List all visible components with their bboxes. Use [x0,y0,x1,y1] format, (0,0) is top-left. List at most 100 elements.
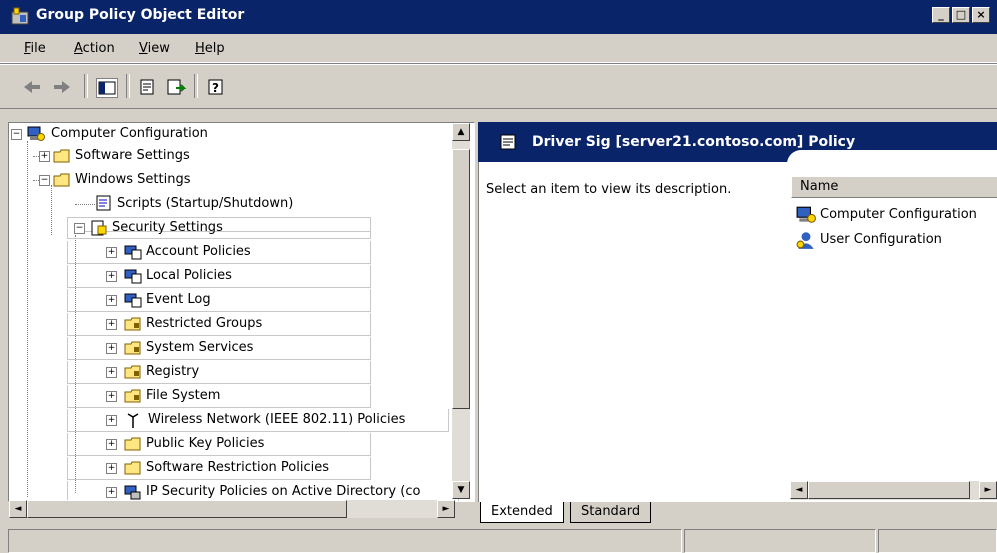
tree-node-restricted-groups[interactable]: + Restricted Groups [67,313,371,336]
collapse-icon[interactable]: − [11,129,22,140]
tree-node-event-log[interactable]: + Event Log [67,289,371,312]
minimize-button[interactable]: _ [932,7,950,23]
help-icon[interactable]: ? [206,78,226,96]
export-list-icon[interactable] [166,78,186,96]
menu-bar: File Action View Help [0,34,997,63]
show-hide-tree-icon[interactable] [96,78,118,98]
folder-icon [124,461,141,475]
scroll-thumb[interactable] [452,149,470,409]
tree-node-account-policies[interactable]: + Account Policies [67,241,371,264]
tree-node-software-restriction[interactable]: + Software Restriction Policies [67,457,371,480]
tree-node-wireless-network[interactable]: + Wireless Network (IEEE 802.11) Policie… [67,409,449,432]
tree-label: Scripts (Startup/Shutdown) [117,196,294,211]
expand-icon[interactable]: + [106,295,117,306]
close-button[interactable]: × [972,7,990,23]
expand-icon[interactable]: + [106,415,117,426]
expand-icon[interactable]: + [106,487,117,498]
forward-arrow-icon[interactable] [52,78,72,96]
tree-node-computer-configuration[interactable]: − Computer Configuration [9,123,449,145]
details-title: Driver Sig [server21.contoso.com] Policy [532,134,856,150]
status-bar [0,527,997,553]
tree-label: Wireless Network (IEEE 802.11) Policies [148,412,406,427]
tab-standard[interactable]: Standard [570,502,652,523]
svg-text:?: ? [212,81,219,95]
policy-computer-icon [124,293,142,308]
tree-label: Event Log [146,292,211,307]
tree-label: Restricted Groups [146,316,263,331]
policy-editor-app-icon [11,7,29,25]
status-pane-main [8,529,682,553]
security-settings-icon [91,220,107,236]
scroll-right-button[interactable]: ► [979,481,997,499]
tree-label: Security Settings [112,220,223,235]
tree-vertical-scrollbar[interactable]: ▲ ▼ [452,123,470,499]
tab-extended[interactable]: Extended [480,502,564,523]
list-item-label: User Configuration [820,232,942,247]
column-header-label: Name [800,179,839,194]
tree-node-windows-settings[interactable]: − Windows Settings [9,169,449,191]
expand-icon[interactable]: + [106,343,117,354]
menu-view[interactable]: View [139,41,170,56]
status-pane-tertiary [878,529,997,553]
details-horizontal-scrollbar[interactable]: ◄ ► [790,481,997,500]
folder-icon [53,149,70,163]
tree-label: System Services [146,340,254,355]
secure-folder-icon [124,317,141,331]
tree-label: File System [146,388,221,403]
tree-node-local-policies[interactable]: + Local Policies [67,265,371,288]
expand-icon[interactable]: + [106,271,117,282]
secure-folder-icon [124,389,141,403]
description-text: Select an item to view its description. [486,182,732,197]
toolbar: ? [0,64,997,109]
scroll-left-button[interactable]: ◄ [9,500,27,518]
expand-icon[interactable]: + [39,151,50,162]
folder-open-icon [53,173,70,187]
tree-node-public-key-policies[interactable]: + Public Key Policies [67,433,371,456]
tree-node-ip-security[interactable]: + IP Security Policies on Active Directo… [67,481,459,501]
menu-action[interactable]: Action [74,41,115,56]
tree-node-registry[interactable]: + Registry [67,361,371,384]
tree-label: Windows Settings [75,172,191,187]
maximize-button[interactable]: □ [952,7,970,23]
window-title: Group Policy Object Editor [36,7,245,23]
tree-node-security-settings[interactable]: − Security Settings [67,217,371,239]
tree-node-file-system[interactable]: + File System [67,385,371,408]
scroll-thumb[interactable] [808,481,970,499]
expand-icon[interactable]: + [106,319,117,330]
collapse-icon[interactable]: − [74,223,85,234]
menu-file[interactable]: File [24,41,46,56]
tree-node-software-settings[interactable]: + Software Settings [9,145,449,167]
scroll-thumb[interactable] [27,500,347,518]
expand-icon[interactable]: + [106,247,117,258]
tree-label: Registry [146,364,200,379]
toolbar-separator [84,74,88,98]
scroll-right-button[interactable]: ► [437,500,455,518]
list-item-label: Computer Configuration [820,207,977,222]
policy-scroll-icon [500,134,516,150]
tree-horizontal-scrollbar[interactable]: ◄ ► [9,500,455,518]
menu-help[interactable]: Help [195,41,225,56]
details-header: Driver Sig [server21.contoso.com] Policy [478,122,997,164]
secure-folder-icon [124,341,141,355]
expand-icon[interactable]: + [106,367,117,378]
tree-label: Computer Configuration [51,126,208,141]
tree-label: Account Policies [146,244,251,259]
scroll-left-button[interactable]: ◄ [790,481,808,499]
tree-node-scripts[interactable]: Scripts (Startup/Shutdown) [9,193,449,215]
tree-label: Public Key Policies [146,436,265,451]
title-bar: Group Policy Object Editor _ □ × [0,0,997,34]
computer-config-icon [27,126,45,141]
user-config-icon [796,232,814,249]
console-tree[interactable]: − Computer Configuration + Software Sett… [8,122,475,502]
expand-icon[interactable]: + [106,439,117,450]
column-header-name[interactable]: Name [791,176,997,198]
scroll-up-button[interactable]: ▲ [452,123,470,141]
expand-icon[interactable]: + [106,463,117,474]
collapse-icon[interactable]: − [39,175,50,186]
properties-icon[interactable] [138,78,158,96]
tree-label: Local Policies [146,268,232,283]
scroll-down-button[interactable]: ▼ [452,481,470,499]
expand-icon[interactable]: + [106,391,117,402]
tree-node-system-services[interactable]: + System Services [67,337,371,360]
back-arrow-icon[interactable] [22,78,42,96]
